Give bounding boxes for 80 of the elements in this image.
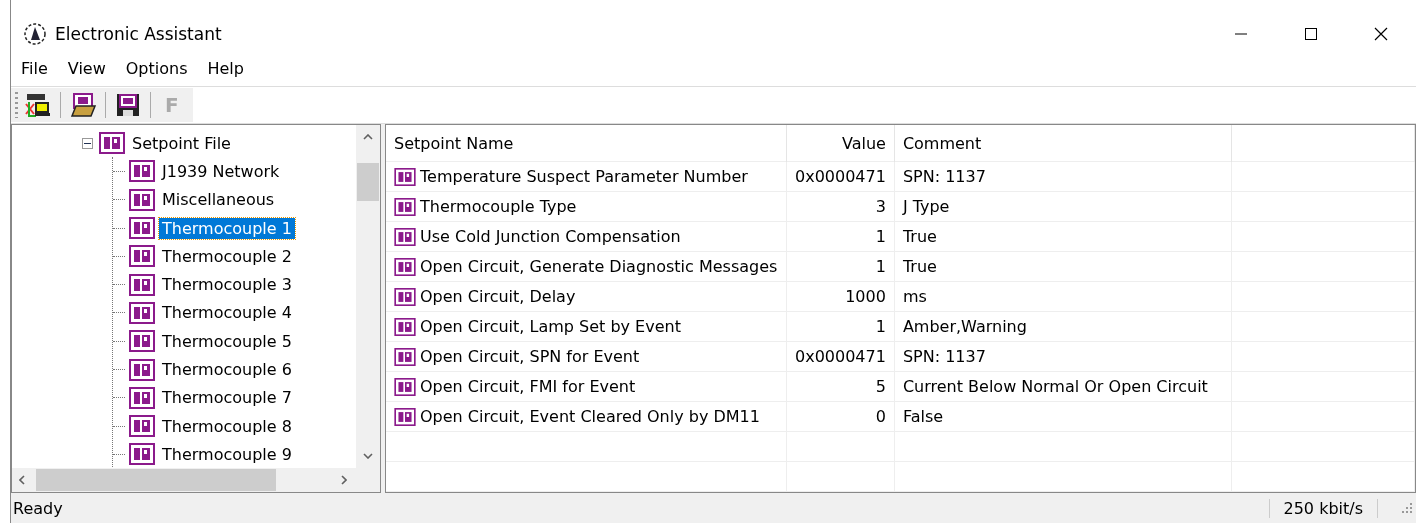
setpoint-icon [129, 273, 155, 296]
maximize-icon[interactable] [1303, 26, 1319, 42]
setpoint-name-cell: Thermocouple Type [386, 191, 787, 222]
setpoint-name-cell: Use Cold Junction Compensation [386, 221, 787, 252]
comment-cell: SPN: 1137 [894, 161, 1232, 192]
tree-item[interactable]: Thermocouple 8 [159, 415, 295, 437]
setpoint-name-cell: Open Circuit, Generate Diagnostic Messages [386, 251, 787, 282]
setpoint-icon [129, 188, 155, 211]
setpoint-icon [129, 415, 155, 438]
value-cell: 0 [786, 401, 895, 432]
column-header[interactable]: Setpoint Name [386, 125, 787, 162]
setpoint-name-cell: Open Circuit, Lamp Set by Event [386, 311, 787, 342]
menu-item[interactable]: View [57, 58, 116, 78]
setpoint-icon [394, 407, 416, 426]
comment-cell: ms [894, 281, 1232, 312]
setpoint-icon [129, 217, 155, 240]
setpoint-icon [129, 301, 155, 324]
setpoint-icon [394, 257, 416, 276]
resize-grip-icon[interactable] [1402, 503, 1412, 513]
setpoint-name-cell: Open Circuit, FMI for Event [386, 371, 787, 402]
window-title: Electronic Assistant [55, 24, 222, 44]
column-header[interactable]: Value [786, 125, 895, 162]
comment-cell: False [894, 401, 1232, 432]
setpoint-icon [129, 358, 155, 381]
app-logo-icon [23, 22, 47, 46]
status-message: Ready [13, 498, 63, 518]
scroll-left-icon[interactable] [19, 475, 25, 485]
scroll-thumb[interactable] [36, 469, 276, 491]
setpoint-icon [394, 287, 416, 306]
setpoint-name-cell: Open Circuit, SPN for Event [386, 341, 787, 372]
comment-cell: Amber,Warning [894, 311, 1232, 342]
value-cell: 1 [786, 221, 895, 252]
tree-item[interactable]: Thermocouple 6 [159, 359, 295, 380]
value-cell: 0x0000471 [786, 341, 895, 372]
setpoint-name-cell: Temperature Suspect Parameter Number [386, 161, 787, 192]
comment-cell: Current Below Normal Or Open Circuit [894, 371, 1232, 402]
scroll-up-icon[interactable] [363, 134, 373, 140]
collapse-toggle[interactable] [82, 137, 93, 149]
tree-item[interactable]: Thermocouple 3 [159, 274, 295, 296]
menu-item[interactable]: Options [115, 58, 198, 78]
scroll-down-icon[interactable] [363, 453, 373, 459]
setpoint-icon [129, 330, 155, 353]
tree-item[interactable]: J1939 Network [159, 160, 283, 182]
tree-item[interactable]: Thermocouple 4 [159, 302, 295, 324]
setpoint-file-icon [99, 132, 125, 155]
tree-item[interactable]: Thermocouple 2 [159, 245, 295, 267]
setpoint-name-cell: Open Circuit, Event Cleared Only by DM11 [386, 401, 787, 432]
value-cell: 1 [786, 311, 895, 342]
baud-rate-text: 250 kbit/s [1268, 498, 1378, 518]
comment-cell: J Type [894, 191, 1232, 222]
scroll-thumb[interactable] [357, 163, 379, 201]
tree-item[interactable]: Setpoint File [129, 132, 234, 154]
tree-item[interactable]: Thermocouple 1 [159, 217, 295, 239]
tree-item[interactable]: Miscellaneous [159, 189, 278, 211]
close-icon[interactable] [1373, 26, 1389, 42]
menu-item[interactable]: Help [197, 58, 254, 78]
setpoint-icon [129, 386, 155, 409]
value-cell: 1 [786, 251, 895, 282]
column-header[interactable]: Comment [894, 125, 1232, 162]
setpoint-icon [394, 347, 416, 366]
setpoint-icon [394, 197, 416, 216]
value-cell: 1000 [786, 281, 895, 312]
value-cell: 5 [786, 371, 895, 402]
setpoint-icon [129, 160, 155, 183]
tree-item[interactable]: Thermocouple 5 [159, 330, 295, 352]
value-cell: 3 [786, 191, 895, 222]
value-cell: 0x0000471 [786, 161, 895, 192]
setpoint-icon [394, 227, 416, 246]
setpoint-icon [129, 245, 155, 268]
comment-cell: SPN: 1137 [894, 341, 1232, 372]
comment-cell: True [894, 221, 1232, 252]
tree-item[interactable]: Thermocouple 9 [159, 443, 295, 465]
comment-cell: True [894, 251, 1232, 282]
setpoint-icon [394, 317, 416, 336]
setpoint-icon [394, 167, 416, 186]
menu-item[interactable]: File [11, 58, 58, 78]
setpoint-name-cell: Open Circuit, Delay [386, 281, 787, 312]
setpoint-icon [394, 377, 416, 396]
scroll-right-icon[interactable] [341, 475, 347, 485]
tree-item[interactable]: Thermocouple 7 [159, 387, 295, 409]
